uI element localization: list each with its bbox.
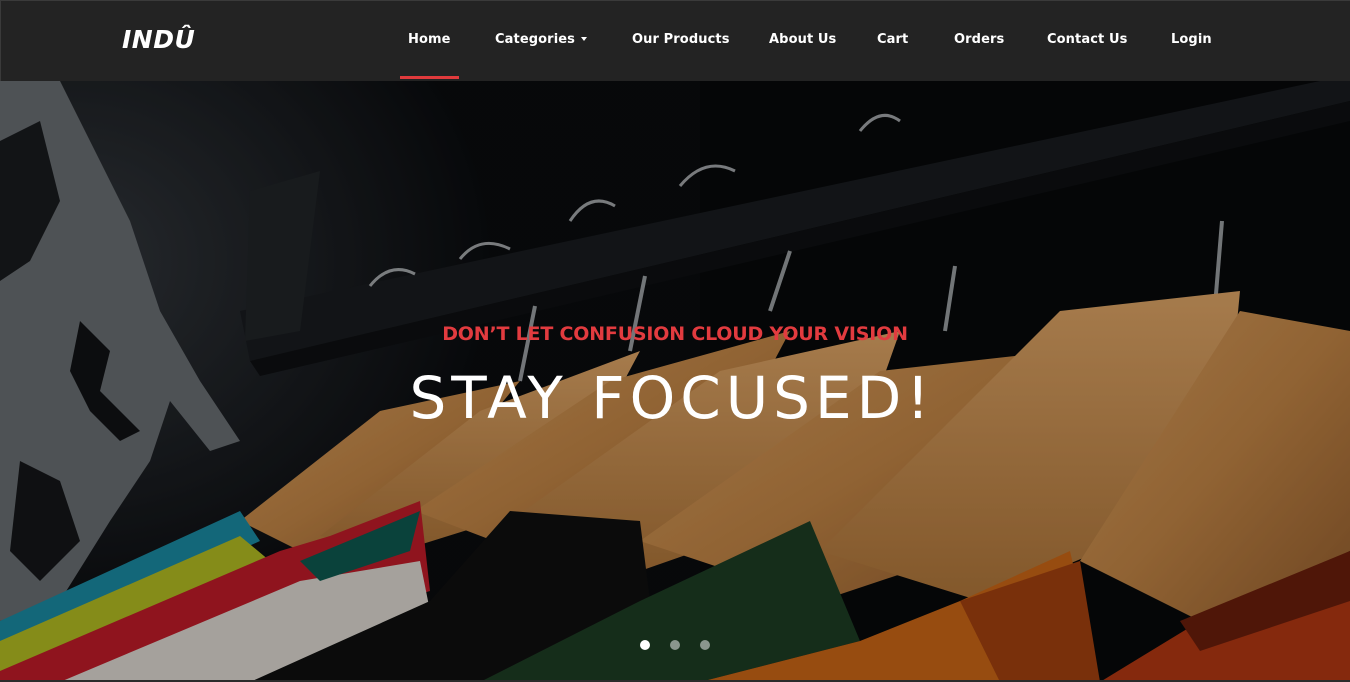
nav-categories[interactable]: Categories [495, 32, 588, 81]
navbar: INDÛ Home Categories Our Products About … [0, 0, 1350, 81]
hero-eyebrow: Don’t let confusion cloud your vision [442, 323, 908, 345]
carousel-dot-1[interactable] [640, 640, 650, 650]
carousel-dot-3[interactable] [700, 640, 710, 650]
nav-contact-us[interactable]: Contact Us [1047, 32, 1127, 81]
page: INDÛ Home Categories Our Products About … [0, 0, 1350, 682]
caret-down-icon [581, 36, 588, 41]
brand-logo[interactable]: INDÛ [122, 25, 195, 54]
nav-about-us[interactable]: About Us [769, 32, 836, 81]
hero-headline: Stay Focused! [409, 364, 935, 432]
nav-our-products[interactable]: Our Products [632, 32, 730, 81]
carousel-dot-2[interactable] [670, 640, 680, 650]
nav-orders[interactable]: Orders [954, 32, 1004, 81]
carousel-indicators [0, 640, 1350, 652]
nav-categories-label: Categories [495, 32, 576, 47]
nav-home[interactable]: Home [400, 32, 459, 81]
hero-carousel: Don’t let confusion cloud your vision St… [0, 81, 1350, 682]
nav-cart[interactable]: Cart [877, 32, 908, 81]
nav-login[interactable]: Login [1171, 32, 1212, 81]
